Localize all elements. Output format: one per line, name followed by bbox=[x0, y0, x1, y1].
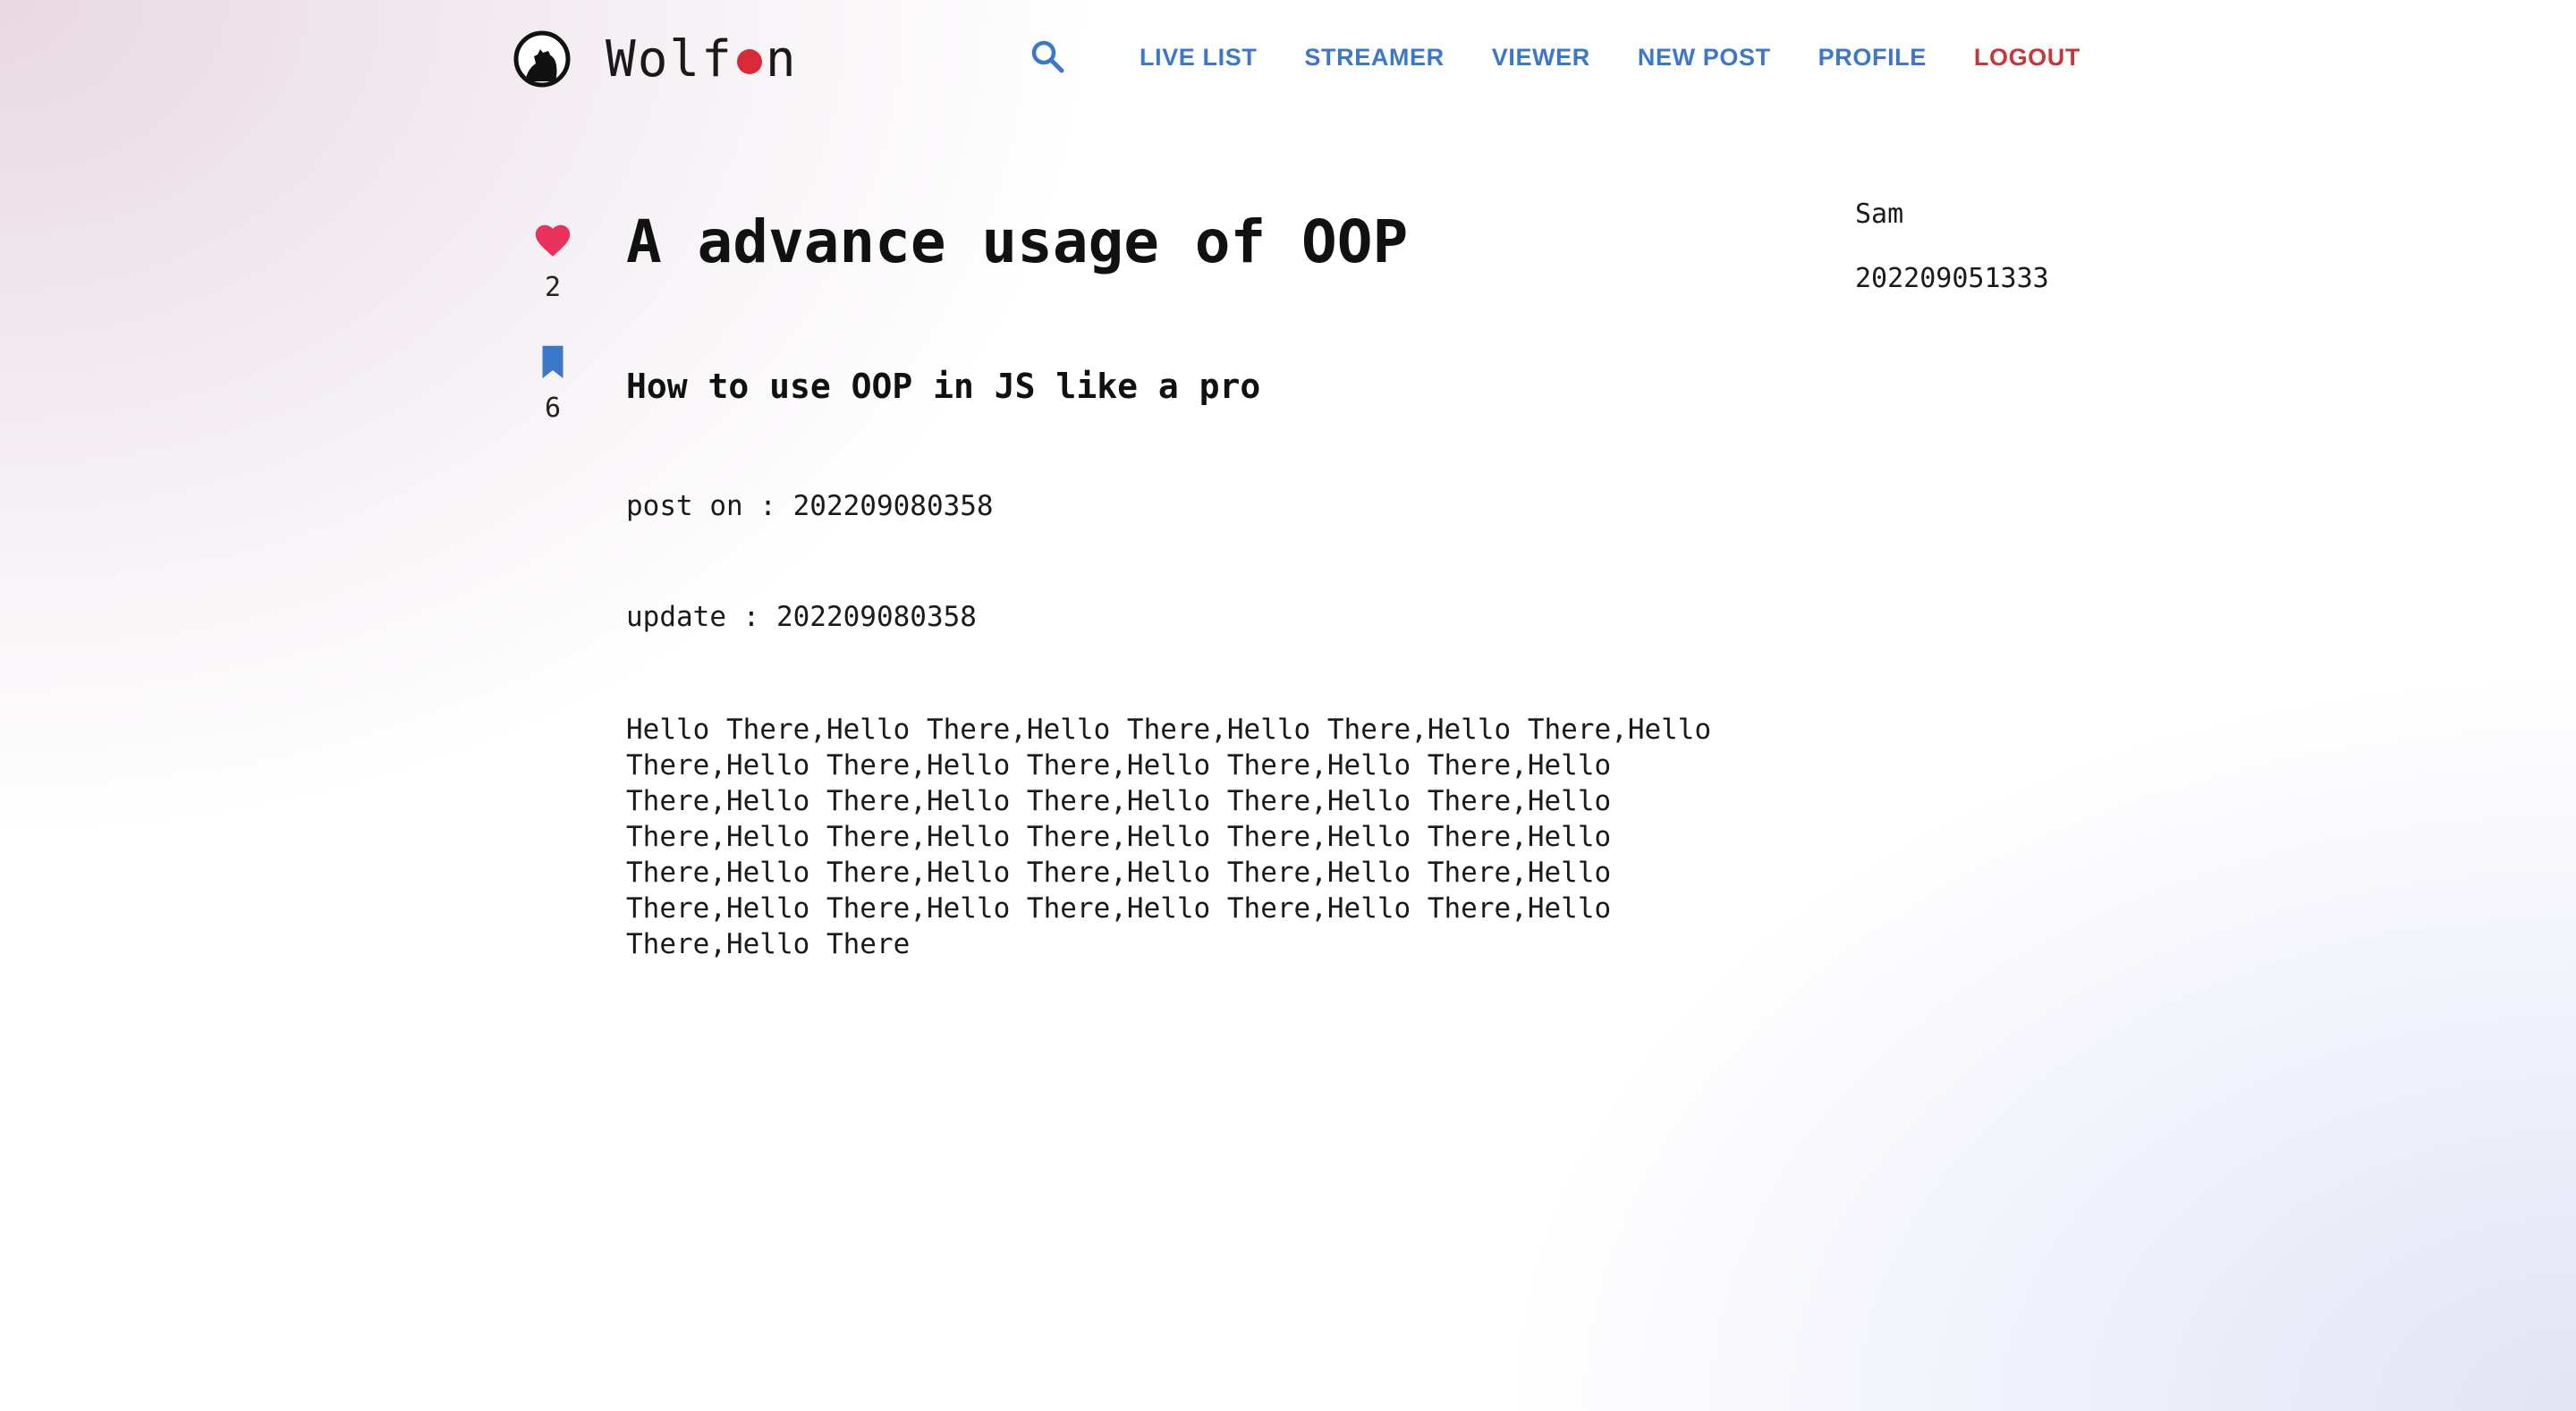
brand-name-start: Wolf bbox=[606, 30, 733, 89]
like-action: 2 bbox=[528, 220, 578, 303]
post-date: post on : 202209080358 bbox=[626, 490, 994, 522]
bookmark-action: 6 bbox=[528, 341, 578, 424]
nav-streamer[interactable]: STREAMER bbox=[1304, 44, 1444, 72]
post-subtitle: How to use OOP in JS like a pro bbox=[626, 367, 1261, 406]
author-date: 202209051333 bbox=[1855, 263, 2049, 294]
like-count: 2 bbox=[544, 272, 562, 303]
brand-name: Wolf n bbox=[606, 30, 798, 89]
brand-logo-link[interactable]: Wolf n bbox=[513, 25, 798, 93]
main-nav: LIVE LIST STREAMER VIEWER NEW POST PROFI… bbox=[1140, 39, 2080, 75]
brand-dot-icon bbox=[736, 48, 762, 74]
post-title: A advance usage of OOP bbox=[626, 207, 1409, 276]
brand-name-end: n bbox=[765, 30, 798, 89]
nav-logout[interactable]: LOGOUT bbox=[1974, 44, 2080, 72]
author-name[interactable]: Sam bbox=[1855, 199, 1903, 230]
wolf-howling-moon-icon bbox=[513, 30, 571, 88]
bookmark-count: 6 bbox=[544, 393, 562, 424]
nav-viewer[interactable]: VIEWER bbox=[1492, 44, 1590, 72]
post-body: Hello There,Hello There,Hello There,Hell… bbox=[626, 714, 1712, 960]
search-button[interactable] bbox=[1029, 38, 1068, 77]
post-actions: 2 6 bbox=[528, 220, 578, 424]
nav-profile[interactable]: PROFILE bbox=[1818, 44, 1927, 72]
search-icon bbox=[1031, 40, 1064, 73]
bookmark-icon[interactable] bbox=[532, 341, 573, 382]
heart-icon[interactable] bbox=[532, 220, 573, 261]
update-date: update : 202209080358 bbox=[626, 601, 977, 633]
nav-new-post[interactable]: NEW POST bbox=[1638, 44, 1771, 72]
nav-live-list[interactable]: LIVE LIST bbox=[1140, 44, 1257, 72]
